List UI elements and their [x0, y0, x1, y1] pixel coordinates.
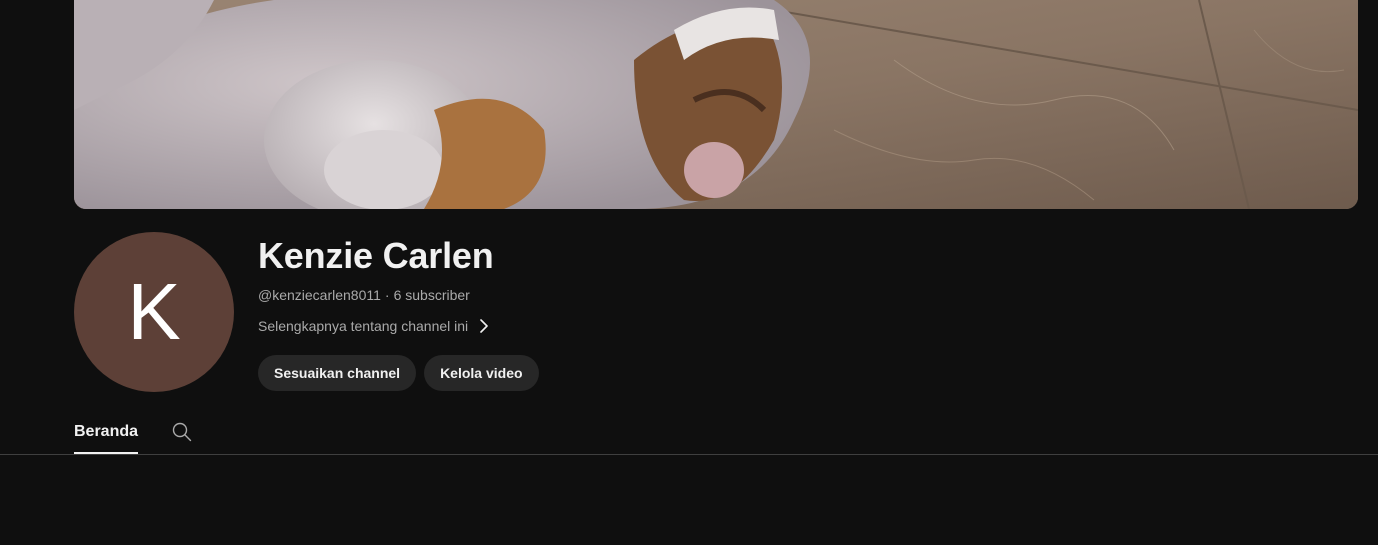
channel-handle: @kenziecarlen8011 [258, 287, 381, 303]
about-link-label: Selengkapnya tentang channel ini [258, 318, 469, 334]
manage-videos-button[interactable]: Kelola video [424, 355, 539, 391]
search-icon[interactable] [170, 410, 194, 454]
avatar-letter: K [127, 267, 181, 356]
chevron-right-icon [476, 316, 492, 336]
channel-meta: @kenziecarlen8011 · 6 subscriber [258, 285, 470, 305]
channel-name: Kenzie Carlen [258, 235, 494, 276]
customize-channel-button[interactable]: Sesuaikan channel [258, 355, 417, 391]
channel-about-link[interactable]: Selengkapnya tentang channel ini [258, 316, 492, 336]
tabs-divider [0, 454, 1378, 455]
channel-avatar: K [74, 232, 234, 392]
meta-separator: · [384, 287, 390, 303]
channel-actions: Sesuaikan channel Kelola video [258, 355, 539, 391]
tab-home[interactable]: Beranda [74, 410, 139, 454]
subscriber-count: 6 subscriber [393, 287, 470, 303]
channel-banner [74, 0, 1358, 209]
channel-tabs: Beranda [74, 410, 194, 454]
channel-page: K Kenzie Carlen @kenziecarlen8011 · 6 subs… [0, 0, 1378, 545]
